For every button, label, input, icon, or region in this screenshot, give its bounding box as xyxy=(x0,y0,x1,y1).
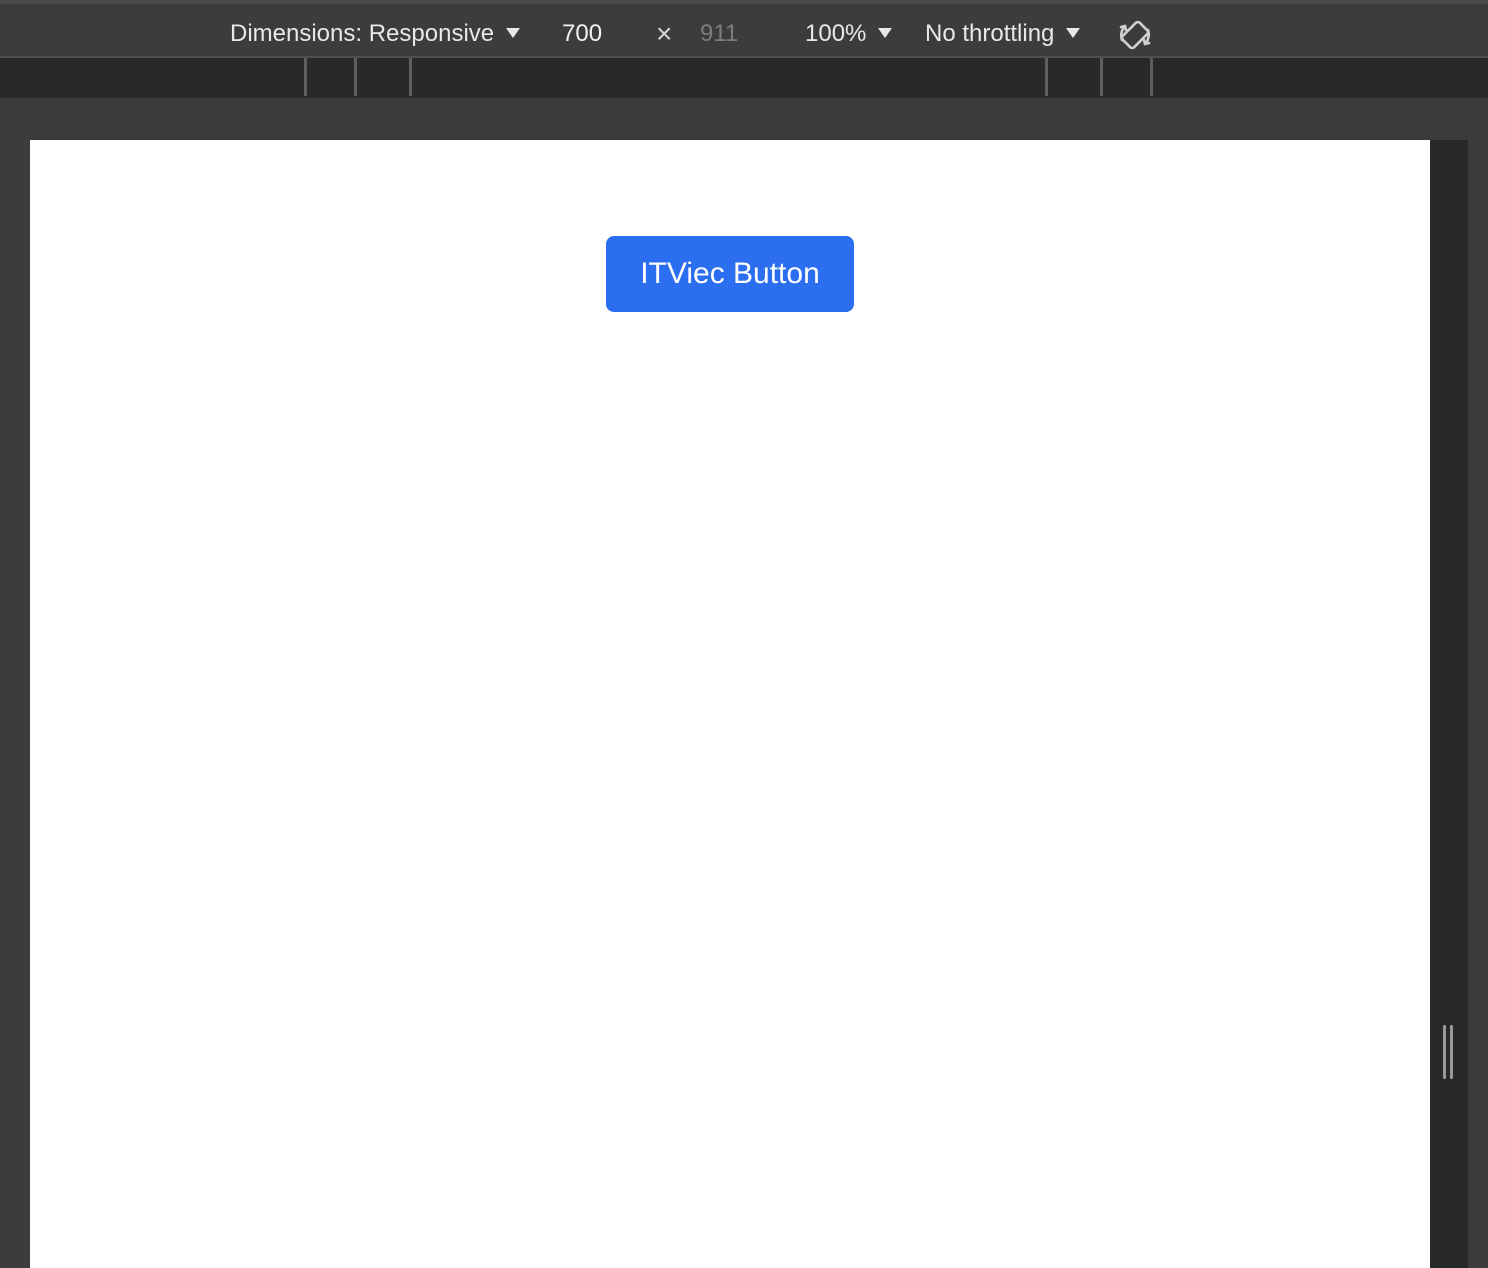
breakpoint-marker[interactable] xyxy=(354,58,357,96)
itviec-button[interactable]: ITViec Button xyxy=(606,236,854,312)
rotate-icon[interactable] xyxy=(1116,16,1156,56)
throttling-label: No throttling xyxy=(925,20,1055,47)
zoom-dropdown[interactable]: 100% xyxy=(805,17,893,51)
breakpoint-marker[interactable] xyxy=(409,58,412,96)
throttling-dropdown[interactable]: No throttling xyxy=(925,17,1081,51)
breakpoint-marker[interactable] xyxy=(1100,58,1103,96)
chevron-down-icon xyxy=(1066,27,1081,38)
breakpoint-marker[interactable] xyxy=(304,58,307,96)
page-viewport: ITViec Button xyxy=(30,140,1430,1268)
chevron-down-icon xyxy=(506,27,521,38)
chevron-down-icon xyxy=(878,27,893,38)
dimensions-dropdown[interactable]: Dimensions: Responsive xyxy=(230,17,521,51)
dimensions-label: Dimensions: Responsive xyxy=(230,20,495,47)
resize-handle[interactable] xyxy=(1443,1025,1455,1079)
media-query-bar xyxy=(0,58,1488,98)
breakpoint-marker[interactable] xyxy=(1045,58,1048,96)
device-toolbar: Dimensions: Responsive × 100% No throttl… xyxy=(0,0,1488,58)
height-input[interactable] xyxy=(700,17,760,51)
width-input[interactable] xyxy=(562,17,632,51)
resize-gutter xyxy=(1430,140,1468,1268)
zoom-label: 100% xyxy=(805,20,867,47)
times-icon: × xyxy=(656,18,673,49)
breakpoint-marker[interactable] xyxy=(1150,58,1153,96)
